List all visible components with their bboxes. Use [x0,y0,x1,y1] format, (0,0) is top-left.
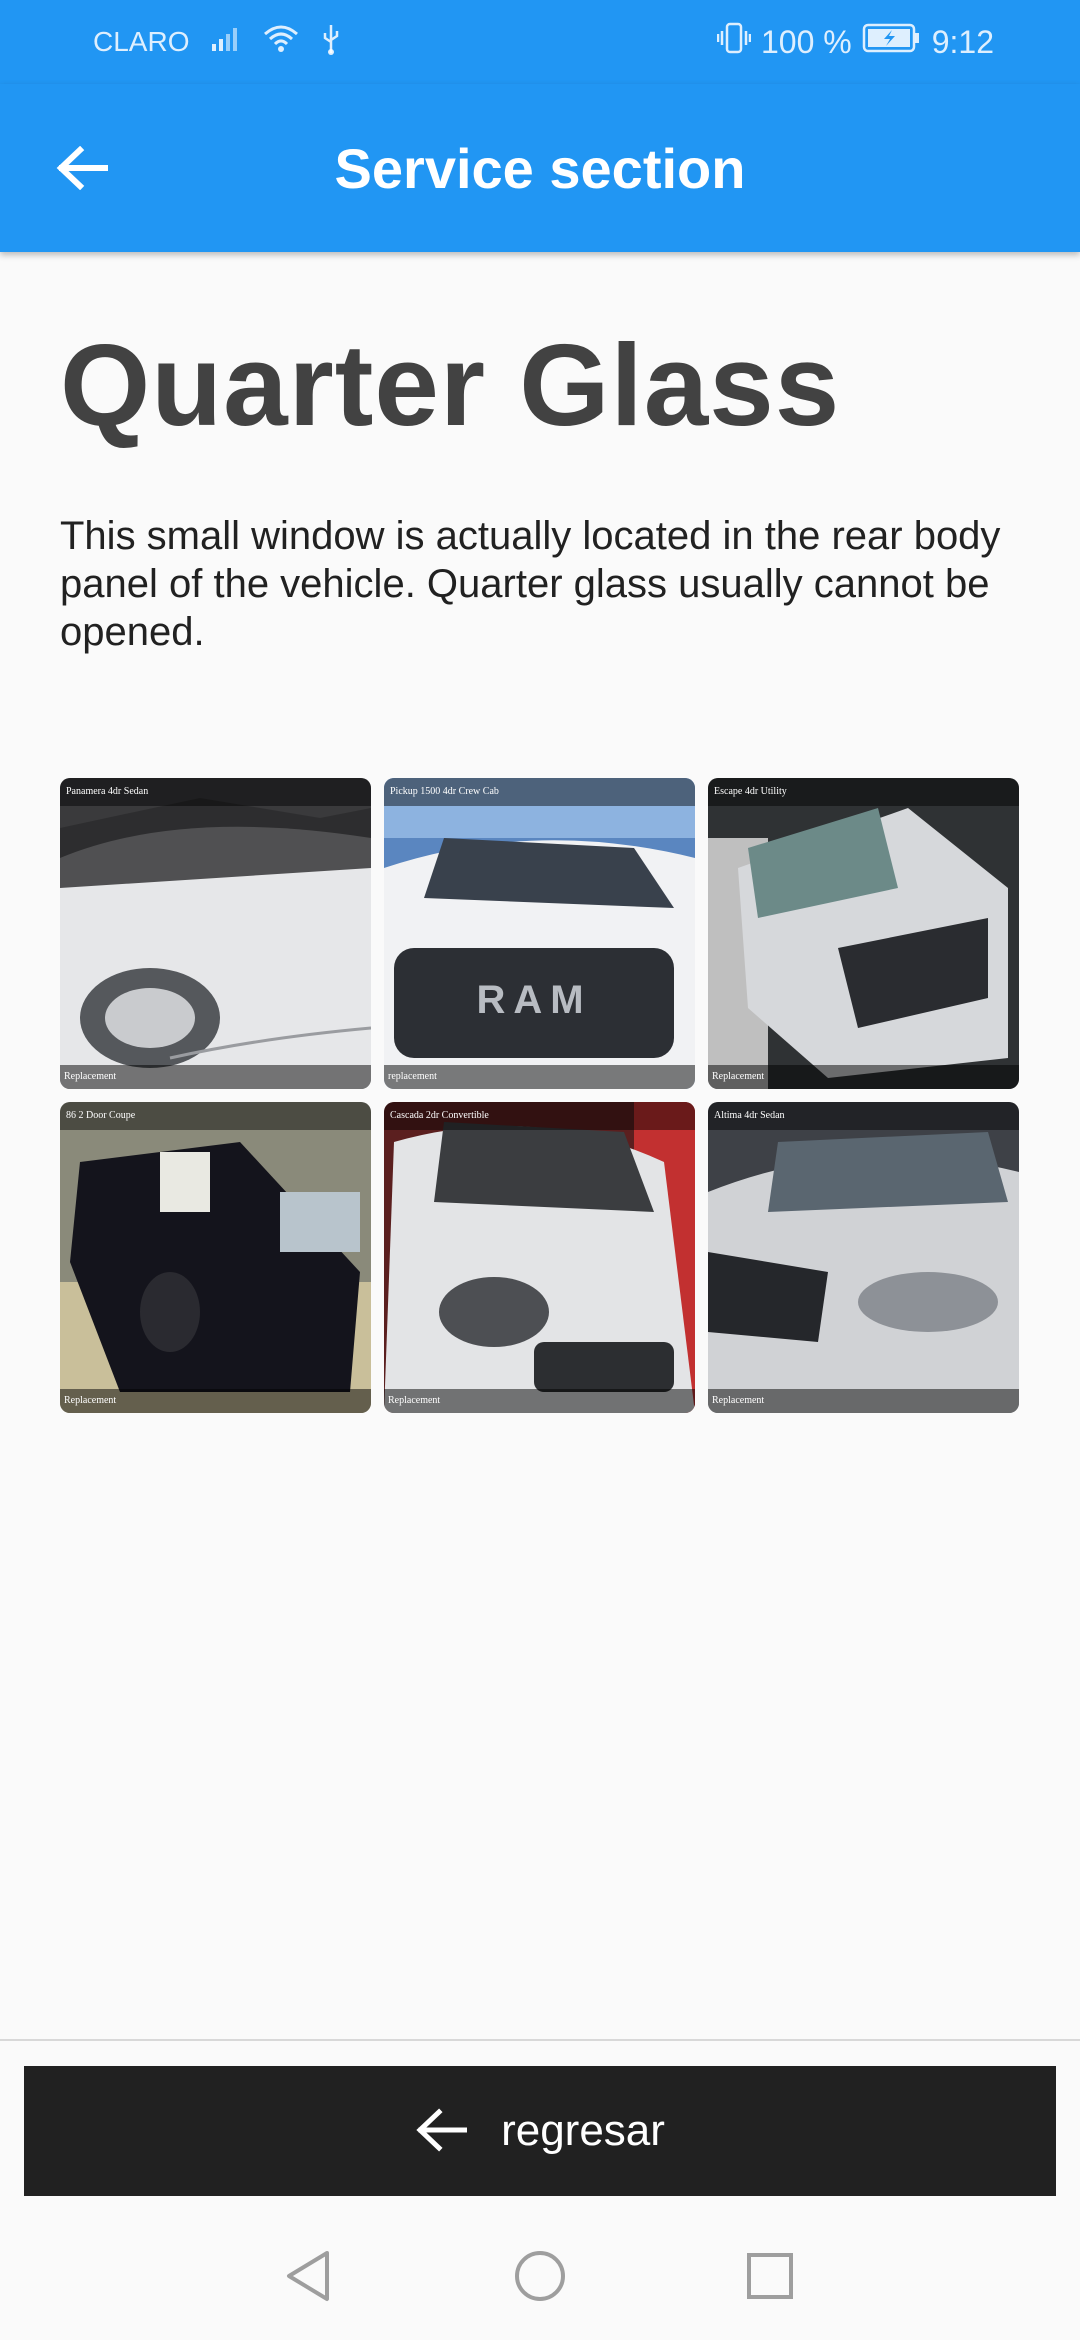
card-caption: Altima 4dr Sedan [708,1102,1019,1130]
gallery-card[interactable]: Escape 4dr Utility Replacement [708,778,1019,1089]
card-label: Replacement [384,1389,695,1413]
status-right: 100 % 9:12 [716,21,994,63]
gallery-card[interactable]: Altima 4dr Sedan Replacement [708,1102,1019,1413]
service-gallery: Panamera 4dr Sedan Replacement RAM Picku… [60,778,1020,1413]
app-bar: Service section [0,84,1080,252]
battery-percent: 100 % [760,23,852,60]
service-description: This small window is actually located in… [60,514,1001,654]
status-bar: CLARO 100 % 9:12 [0,0,1080,84]
card-caption: Pickup 1500 4dr Crew Cab [384,778,695,806]
card-label: Replacement [708,1389,1019,1413]
status-left: CLARO [93,24,341,60]
clock: 9:12 [931,23,994,60]
car-photo [708,1102,1019,1413]
back-arrow-icon[interactable] [52,138,112,198]
bottom-divider [0,2039,1080,2041]
gallery-card[interactable]: 86 2 Door Coupe Replacement [60,1102,371,1413]
car-photo [60,1102,371,1413]
card-label: Replacement [708,1065,1019,1089]
car-photo: RAM [384,778,695,1089]
card-label: Replacement [60,1389,371,1413]
wifi-icon [263,24,299,61]
battery-icon [862,22,922,62]
nav-back-icon[interactable] [279,2246,339,2306]
card-caption: Escape 4dr Utility [708,778,1019,806]
system-nav-bar [0,2210,1080,2340]
card-caption: Panamera 4dr Sedan [60,778,371,806]
gallery-card[interactable]: RAM Pickup 1500 4dr Crew Cab replacement [384,778,695,1089]
card-label: replacement [384,1065,695,1089]
carrier-label: CLARO [93,26,190,57]
gallery-card[interactable]: Panamera 4dr Sedan Replacement [60,778,371,1089]
vibrate-icon [716,21,752,63]
usb-icon [321,23,341,62]
page-title: Quarter Glass [60,320,841,450]
svg-text:RAM: RAM [476,978,591,1022]
card-label: Replacement [60,1065,371,1089]
card-caption: Cascada 2dr Convertible [384,1102,695,1130]
app-bar-title: Service section [334,136,746,200]
car-photo [384,1102,695,1413]
signal-icon [211,26,241,59]
nav-recents-icon[interactable] [740,2246,800,2306]
car-photo [708,778,1019,1089]
gallery-card[interactable]: Cascada 2dr Convertible Replacement [384,1102,695,1413]
return-button-label: regresar [501,2106,665,2155]
arrow-left-icon [415,2107,468,2156]
card-caption: 86 2 Door Coupe [60,1102,371,1130]
nav-home-icon[interactable] [510,2246,570,2306]
return-button[interactable]: regresar [24,2066,1056,2196]
car-photo [60,778,371,1089]
